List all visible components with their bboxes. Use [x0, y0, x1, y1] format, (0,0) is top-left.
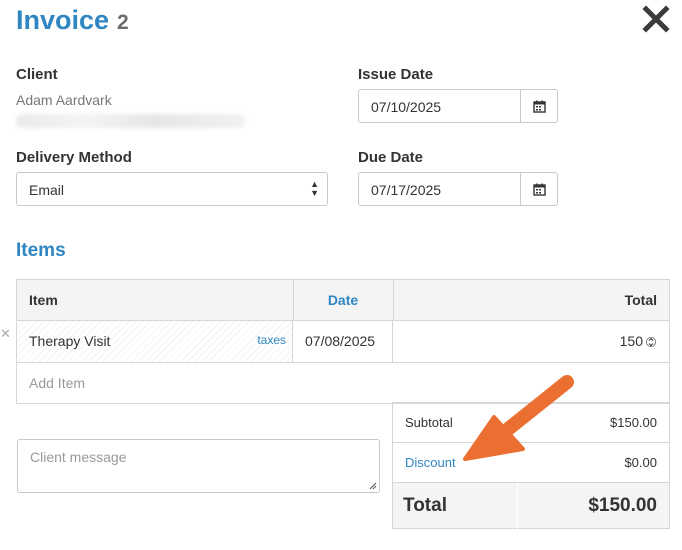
item-date[interactable]: 07/08/2025	[305, 333, 375, 349]
select-arrows-icon: ▲ ▼	[310, 179, 319, 198]
issue-date-label: Issue Date	[358, 66, 434, 83]
column-header-total: Total	[624, 292, 657, 308]
summary-panel: Subtotal $150.00 Discount $0.00 Total $1…	[392, 402, 670, 529]
delivery-method-select[interactable]: Email ▲ ▼	[16, 172, 328, 206]
close-icon[interactable]	[641, 4, 671, 34]
invoice-title-text: Invoice	[16, 5, 110, 35]
client-message-field[interactable]: Client message	[17, 439, 380, 493]
add-item-row[interactable]: Add Item	[17, 363, 669, 403]
discount-value: $0.00	[624, 455, 657, 470]
due-date-label: Due Date	[358, 149, 424, 166]
items-table: Item Date Total Therapy Visit taxes 07/0…	[16, 279, 670, 404]
subtotal-value: $150.00	[610, 415, 657, 430]
client-name[interactable]: Adam Aardvark	[16, 92, 112, 108]
column-header-date[interactable]: Date	[293, 280, 393, 320]
due-date-value: 07/17/2025	[371, 182, 442, 198]
discount-link[interactable]: Discount	[405, 455, 456, 470]
table-row: Therapy Visit taxes 07/08/2025 150	[17, 321, 669, 363]
number-stepper-icon[interactable]	[646, 334, 656, 355]
total-value: $150.00	[588, 495, 657, 516]
item-total-cell[interactable]: 150	[393, 321, 669, 362]
discount-row: Discount $0.00	[393, 442, 669, 482]
issue-date-field[interactable]: 07/10/2025	[358, 89, 558, 123]
items-section-title: Items	[16, 240, 66, 261]
add-item-placeholder[interactable]: Add Item	[29, 375, 85, 391]
calendar-icon[interactable]	[520, 173, 557, 205]
client-message-placeholder: Client message	[30, 449, 127, 465]
due-date-field[interactable]: 07/17/2025	[358, 172, 558, 206]
resize-handle-icon[interactable]	[369, 482, 377, 490]
taxes-link[interactable]: taxes	[257, 333, 286, 347]
issue-date-value: 07/10/2025	[371, 99, 442, 115]
total-row: Total $150.00	[393, 482, 669, 529]
item-cell[interactable]: Therapy Visit taxes	[17, 321, 293, 362]
item-date-cell[interactable]: 07/08/2025	[293, 321, 393, 362]
client-email-blurred	[16, 114, 246, 128]
delivery-method-value: Email	[29, 182, 65, 198]
item-name[interactable]: Therapy Visit	[29, 333, 110, 349]
invoice-title: Invoice 2	[16, 5, 129, 36]
subtotal-row: Subtotal $150.00	[393, 402, 669, 442]
delivery-method-label: Delivery Method	[16, 149, 132, 166]
item-total[interactable]: 150	[620, 333, 643, 349]
total-label: Total	[403, 495, 447, 516]
calendar-icon[interactable]	[520, 90, 557, 122]
subtotal-label: Subtotal	[405, 415, 453, 430]
column-header-item: Item	[29, 292, 58, 308]
items-table-header: Item Date Total	[17, 280, 669, 321]
invoice-number: 2	[117, 11, 129, 34]
client-label: Client	[16, 66, 58, 83]
remove-row-icon[interactable]: ✕	[0, 326, 11, 342]
